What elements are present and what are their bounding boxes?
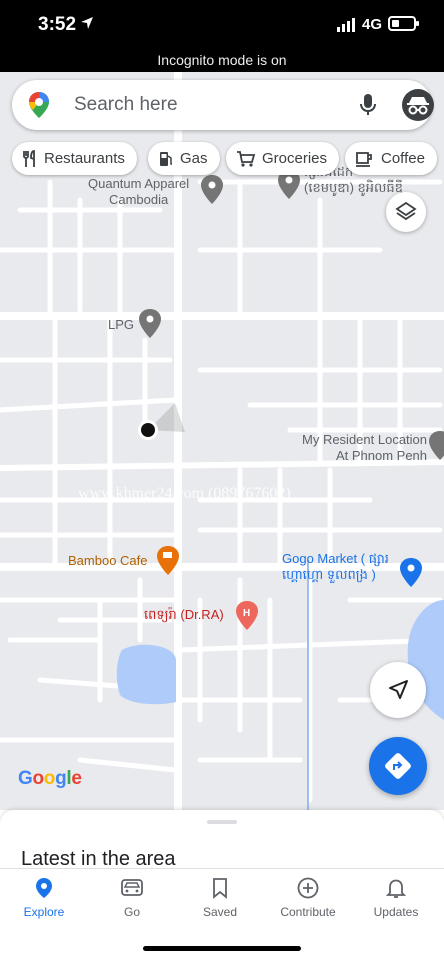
place-label-quantum[interactable]: Quantum Apparel Cambodia [88, 176, 189, 208]
layers-button[interactable] [386, 192, 426, 232]
nav-label: Explore [23, 905, 65, 919]
chip-label: Gas [180, 150, 208, 167]
maps-pin-icon [29, 92, 49, 118]
home-indicator[interactable] [143, 946, 301, 951]
nav-go[interactable]: Go [88, 877, 176, 919]
bottom-navigation: Explore Go Saved Contribute Updates [0, 868, 444, 928]
chip-restaurants[interactable]: Restaurants [12, 142, 137, 175]
directions-icon [385, 753, 411, 779]
chip-label: Groceries [262, 150, 328, 167]
directions-button[interactable] [369, 737, 427, 795]
nav-label: Saved [202, 905, 238, 919]
coffee-cup-icon [356, 151, 372, 167]
signal-bars-icon [337, 18, 355, 32]
place-label-lpg[interactable]: LPG [108, 317, 134, 333]
place-label-gogo-market[interactable]: Gogo Market ( ផ្សារ ហ្គោហ្គោ ទួលពង្រ ) [282, 551, 389, 583]
my-location-button[interactable] [370, 662, 426, 718]
battery-icon [388, 16, 419, 31]
nav-label: Updates [373, 905, 419, 919]
layers-icon [395, 201, 417, 221]
nav-explore[interactable]: Explore [0, 877, 88, 919]
car-icon [121, 879, 143, 896]
nav-label: Go [123, 905, 140, 919]
chip-label: Restaurants [44, 150, 125, 167]
chip-label: Coffee [381, 150, 425, 167]
location-arrow-icon [81, 17, 93, 29]
chip-coffee[interactable]: Coffee [345, 142, 437, 175]
bell-icon [386, 879, 406, 898]
place-pin-icon [201, 175, 223, 204]
place-label-hospital[interactable]: ពេទ្យរ៉ា (Dr.RA) [144, 607, 224, 623]
chip-gas[interactable]: Gas [148, 142, 220, 175]
sheet-drag-handle[interactable] [207, 820, 237, 824]
search-input[interactable]: Search here [74, 94, 178, 116]
google-logo: Google [18, 768, 82, 789]
mic-icon[interactable] [358, 93, 378, 117]
bookmark-icon [213, 878, 227, 899]
nav-contribute[interactable]: Contribute [264, 877, 352, 919]
fork-knife-icon [23, 149, 35, 167]
cart-icon [237, 150, 256, 167]
search-bar[interactable]: Search here [12, 80, 434, 130]
place-label-bamboo-cafe[interactable]: Bamboo Cafe [68, 553, 148, 569]
navigation-arrow-icon [389, 680, 408, 699]
nav-saved[interactable]: Saved [176, 877, 264, 919]
status-time: 3:52 [38, 14, 77, 35]
incognito-banner: Incognito mode is on [157, 52, 287, 68]
plus-circle-icon [297, 877, 319, 899]
chip-groceries[interactable]: Groceries [226, 142, 340, 175]
svg-text:H: H [243, 608, 250, 619]
nav-label: Contribute [280, 905, 336, 919]
incognito-avatar-icon[interactable] [402, 89, 434, 121]
nav-updates[interactable]: Updates [352, 877, 440, 919]
gas-pump-icon [160, 151, 172, 166]
status-bar: 3:52 4G Incognito mode is on [0, 0, 444, 72]
place-label-resident[interactable]: My Resident Location At Phnom Penh [302, 432, 427, 464]
watermark: www.khmer24.com (089767602) [78, 485, 291, 502]
network-type: 4G [362, 16, 383, 33]
explore-pin-icon [36, 878, 52, 898]
